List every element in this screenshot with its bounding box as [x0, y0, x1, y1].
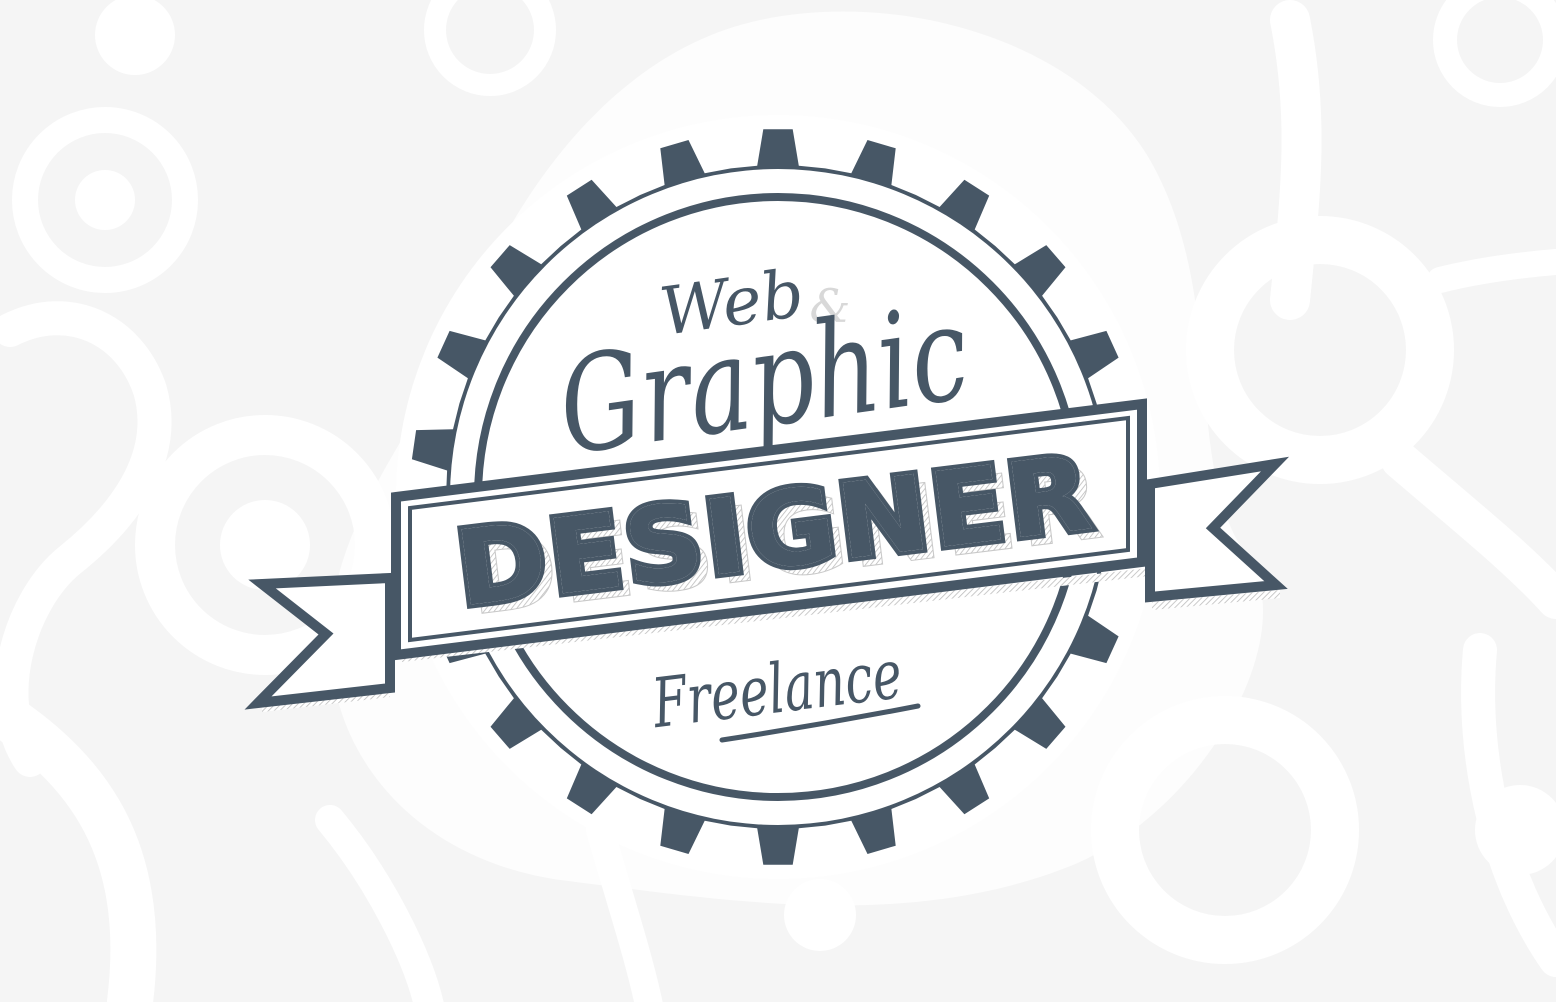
background-wrench-left: [0, 301, 172, 777]
background-wrench-right: [1270, 0, 1322, 320]
ribbon-tail-right: [1145, 456, 1290, 603]
logo-canvas: DESIGNER DESIGNER DESIGNER Web & Graphic…: [0, 0, 1556, 1002]
logo-artwork: DESIGNER DESIGNER DESIGNER Web & Graphic…: [0, 0, 1556, 1002]
